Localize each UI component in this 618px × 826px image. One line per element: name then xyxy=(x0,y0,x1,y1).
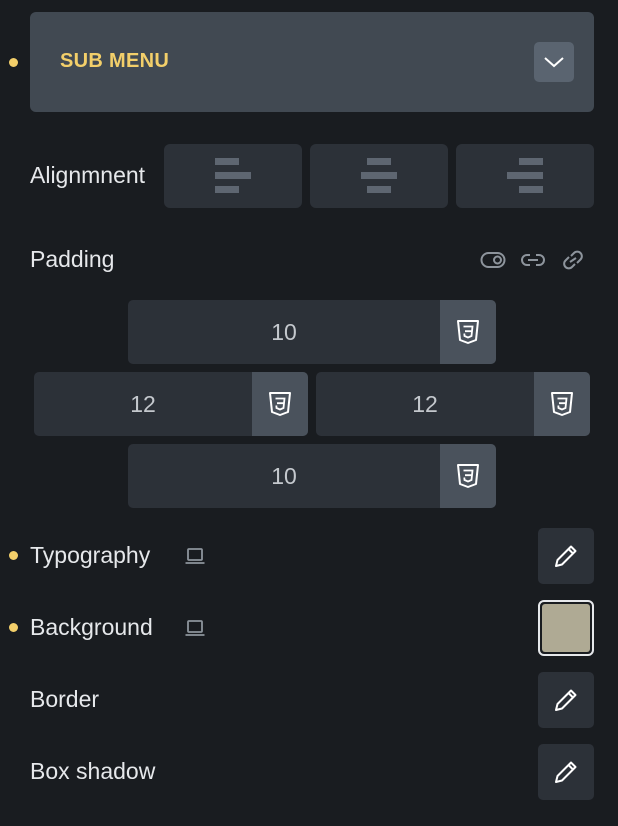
align-center-icon xyxy=(361,158,397,193)
pencil-icon xyxy=(555,689,577,711)
laptop-icon[interactable] xyxy=(184,618,206,638)
box-shadow-edit-button[interactable] xyxy=(538,744,594,800)
padding-bottom-unit-button[interactable] xyxy=(440,444,496,508)
padding-right-unit-button[interactable] xyxy=(534,372,590,436)
laptop-icon[interactable] xyxy=(184,546,206,566)
border-edit-button[interactable] xyxy=(538,672,594,728)
sub-menu-section-header[interactable]: SUB MENU xyxy=(30,12,594,112)
unlink-icon[interactable] xyxy=(560,249,586,271)
background-label: Background xyxy=(30,614,153,640)
border-label: Border xyxy=(30,686,100,712)
background-color-swatch[interactable] xyxy=(538,600,594,656)
padding-bottom-field[interactable]: 10 xyxy=(128,444,496,508)
css3-icon xyxy=(457,464,479,488)
typography-label: Typography xyxy=(30,542,151,568)
padding-tools xyxy=(480,248,586,272)
link-icon[interactable] xyxy=(520,251,546,269)
padding-left-unit-button[interactable] xyxy=(252,372,308,436)
padding-right-input[interactable]: 12 xyxy=(316,372,534,436)
padding-top-field[interactable]: 10 xyxy=(128,300,496,364)
padding-bottom-input[interactable]: 10 xyxy=(128,444,440,508)
padding-top-unit-button[interactable] xyxy=(440,300,496,364)
alignment-label: Alignmnent xyxy=(30,162,146,188)
padding-left-input[interactable]: 12 xyxy=(34,372,252,436)
toggle-icon[interactable] xyxy=(480,251,506,269)
css3-icon xyxy=(457,320,479,344)
align-center-button[interactable] xyxy=(310,144,448,208)
section-title: SUB MENU xyxy=(60,50,170,72)
css3-icon xyxy=(269,392,291,416)
align-right-button[interactable] xyxy=(456,144,594,208)
align-right-icon xyxy=(507,158,543,193)
pencil-icon xyxy=(555,761,577,783)
padding-top-input[interactable]: 10 xyxy=(128,300,440,364)
chevron-down-icon xyxy=(544,57,564,68)
padding-left-field[interactable]: 12 xyxy=(34,372,308,436)
padding-right-field[interactable]: 12 xyxy=(316,372,590,436)
typography-edit-button[interactable] xyxy=(538,528,594,584)
align-left-button[interactable] xyxy=(164,144,302,208)
box-shadow-label: Box shadow xyxy=(30,758,156,784)
section-modified-indicator xyxy=(9,58,18,67)
background-modified-indicator xyxy=(9,623,18,632)
pencil-icon xyxy=(555,545,577,567)
collapse-toggle-button[interactable] xyxy=(534,42,574,82)
background-color-fill xyxy=(542,604,590,652)
padding-label: Padding xyxy=(30,246,115,272)
css3-icon xyxy=(551,392,573,416)
align-left-icon xyxy=(215,158,251,193)
typography-modified-indicator xyxy=(9,551,18,560)
